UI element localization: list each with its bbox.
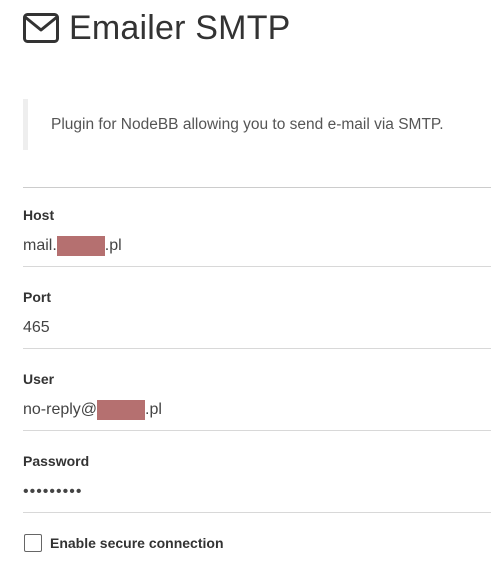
- user-label: User: [23, 371, 55, 387]
- secure-connection-row[interactable]: Enable secure connection: [24, 534, 224, 552]
- user-field-group: User no-reply@ .pl: [23, 371, 491, 431]
- password-field-group: Password •••••••••: [23, 453, 491, 513]
- redaction-block: [56, 236, 105, 256]
- host-label: Host: [23, 207, 55, 223]
- plugin-description: Plugin for NodeBB allowing you to send e…: [23, 99, 491, 150]
- password-input[interactable]: •••••••••: [23, 481, 491, 513]
- user-value-prefix: no-reply@: [23, 401, 98, 418]
- host-value-prefix: mail.: [23, 237, 57, 254]
- envelope-icon: [23, 13, 59, 43]
- port-label: Port: [23, 289, 51, 305]
- host-field-group: Host mail. .pl: [23, 207, 491, 267]
- page-title: Emailer SMTP: [69, 9, 291, 47]
- redaction-block: [97, 400, 146, 420]
- port-field-group: Port 465: [23, 289, 491, 349]
- host-input[interactable]: mail. .pl: [23, 235, 491, 267]
- port-value: 465: [23, 319, 50, 336]
- host-value-suffix: .pl: [104, 237, 122, 254]
- divider: [23, 187, 491, 188]
- secure-connection-label[interactable]: Enable secure connection: [50, 535, 224, 551]
- user-input[interactable]: no-reply@ .pl: [23, 399, 491, 431]
- page-header: Emailer SMTP: [23, 8, 291, 48]
- port-input[interactable]: 465: [23, 317, 491, 349]
- password-label: Password: [23, 453, 90, 469]
- secure-connection-checkbox[interactable]: [24, 534, 42, 552]
- password-value: •••••••••: [23, 483, 83, 500]
- description-text: Plugin for NodeBB allowing you to send e…: [51, 115, 444, 133]
- user-value-suffix: .pl: [145, 401, 162, 418]
- settings-page: Emailer SMTP Plugin for NodeBB allowing …: [0, 0, 491, 567]
